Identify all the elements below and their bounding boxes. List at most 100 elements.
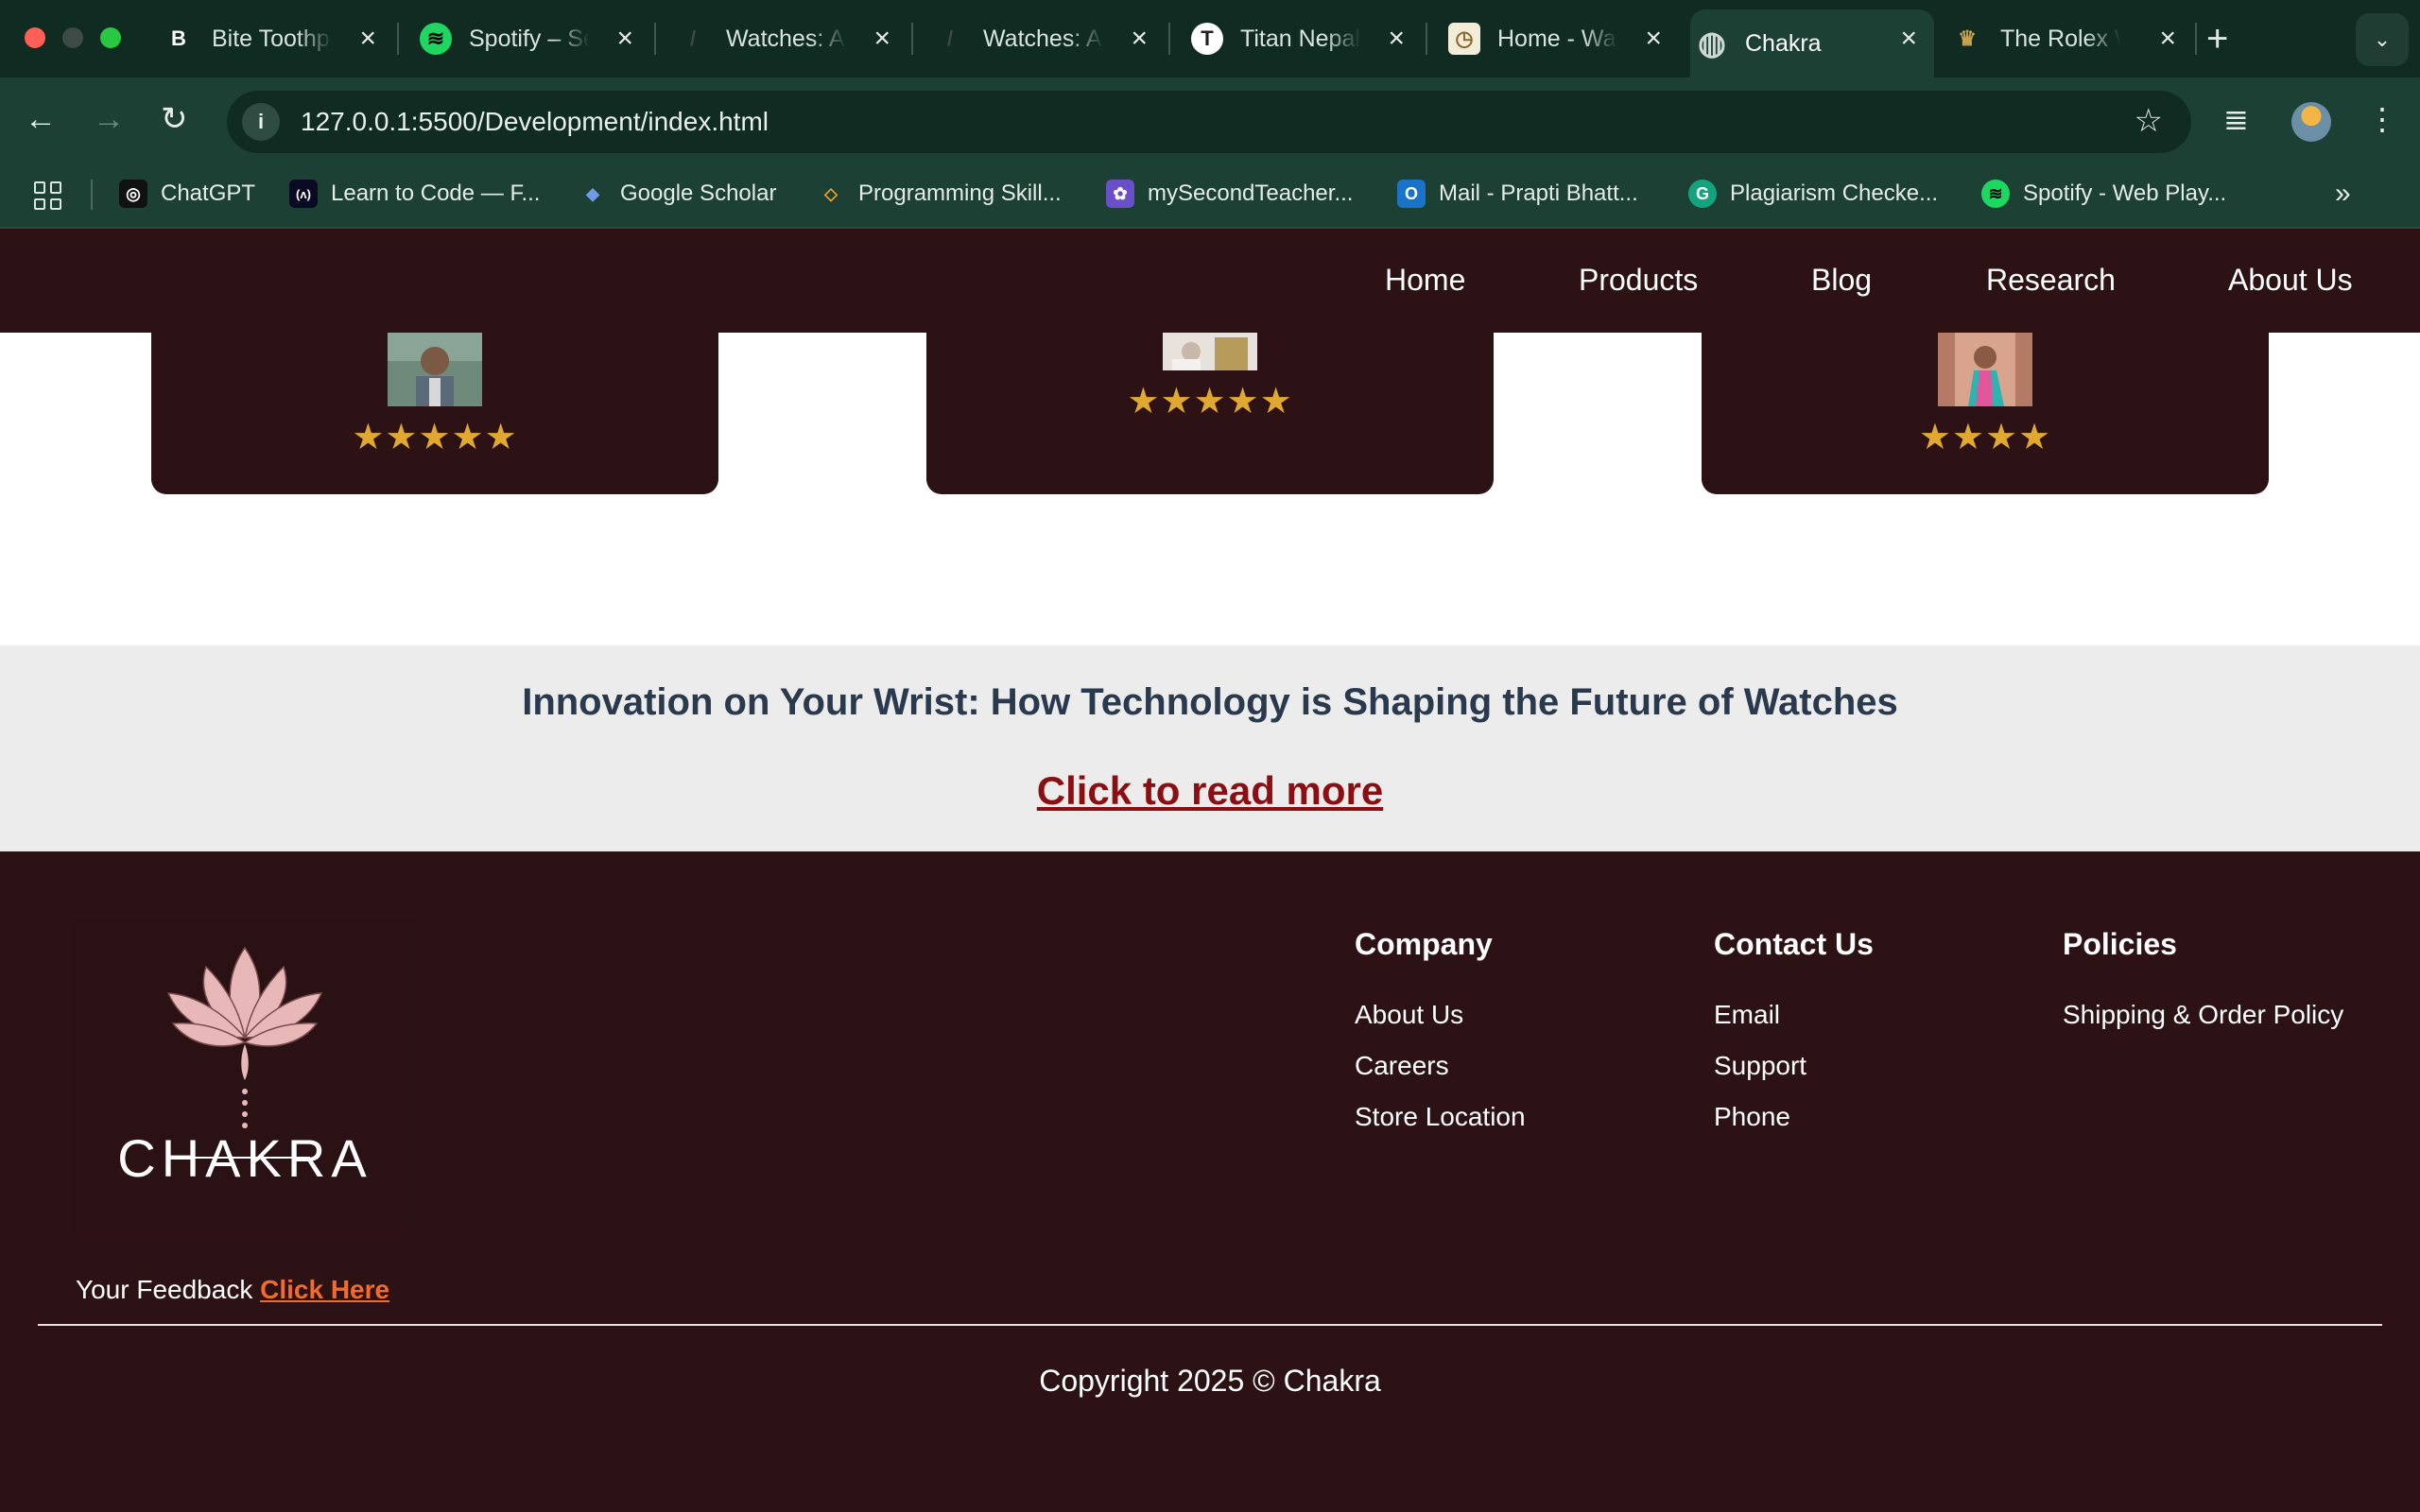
tab-title: Watches: A — [726, 25, 845, 52]
footer-link-shipping-policy[interactable]: Shipping & Order Policy — [2063, 1000, 2343, 1030]
reviewer-photo — [388, 333, 482, 406]
bookmark-label: Spotify - Web Play... — [2023, 180, 2227, 206]
more-bookmarks-chevron-icon[interactable]: » — [2335, 178, 2351, 210]
browser-tab[interactable]: B Bite Toothpaste × — [157, 13, 393, 64]
bookmark-item[interactable]: (ʌ) Learn to Code — F... — [289, 180, 540, 208]
footer-link-store-location[interactable]: Store Location — [1355, 1102, 1526, 1132]
bookmark-label: Google Scholar — [620, 180, 777, 206]
tab-list-chevron-icon[interactable]: ⌄ — [2356, 13, 2409, 66]
star-rating: ★★★★★ — [352, 418, 518, 457]
tab-title: The Rolex W — [2000, 25, 2121, 52]
feedback-link[interactable]: Click Here — [260, 1275, 389, 1304]
close-tab-icon[interactable]: × — [1645, 22, 1662, 56]
close-tab-icon[interactable]: × — [359, 22, 376, 56]
bookmark-label: Learn to Code — F... — [331, 180, 541, 206]
mysecondteacher-icon: ✿ — [1106, 180, 1134, 208]
feedback-line: Your Feedback Click Here — [76, 1275, 389, 1305]
window-zoom-dot[interactable] — [100, 27, 121, 48]
footer-link-email[interactable]: Email — [1714, 1000, 1874, 1030]
site-footer: CHAKRA Company About Us Careers Store Lo… — [0, 851, 2420, 1512]
profile-avatar[interactable] — [2291, 102, 2331, 142]
footer-heading: Contact Us — [1714, 927, 1874, 961]
footer-divider — [38, 1324, 2382, 1326]
tab-favicon-icon: ♛ — [1951, 23, 1983, 55]
bookmark-item[interactable]: ◎ ChatGPT — [119, 180, 255, 208]
tab-title: Bite Toothpaste — [212, 25, 333, 52]
bookmark-item[interactable]: ◇ Programming Skill... — [817, 180, 1062, 208]
close-tab-icon[interactable]: × — [1900, 22, 1917, 56]
back-arrow-icon[interactable]: ← — [25, 98, 57, 140]
footer-link-phone[interactable]: Phone — [1714, 1102, 1874, 1132]
bookmark-item[interactable]: G Plagiarism Checke... — [1688, 180, 1938, 208]
copyright-text: Copyright 2025 © Chakra — [1039, 1364, 1381, 1398]
close-tab-icon[interactable]: × — [1388, 22, 1405, 56]
address-bar[interactable]: i 127.0.0.1:5500/Development/index.html … — [227, 91, 2191, 153]
nav-blog[interactable]: Blog — [1811, 263, 1872, 298]
footer-link-about-us[interactable]: About Us — [1355, 1000, 1526, 1030]
footer-heading: Policies — [2063, 927, 2177, 961]
tab-separator — [1168, 23, 1170, 55]
browser-tab[interactable]: ◷ Home - Watch × — [1443, 13, 1679, 64]
close-tab-icon[interactable]: × — [1131, 22, 1148, 56]
close-tab-icon[interactable]: × — [873, 22, 890, 56]
url-text[interactable]: 127.0.0.1:5500/Development/index.html — [301, 107, 769, 137]
tab-favicon-icon: T — [1191, 23, 1223, 55]
reviewer-photo — [1163, 333, 1257, 370]
footer-contact-column: Contact Us Email Support Phone — [1714, 927, 1874, 1153]
window-minimize-dot[interactable] — [62, 27, 83, 48]
testimonial-card: ★★★★ — [1702, 333, 2269, 494]
browser-tab[interactable]: ♛ The Rolex W × — [1945, 13, 2193, 64]
tab-separator — [2195, 23, 2197, 55]
testimonial-card: ★★★★★ — [151, 333, 718, 494]
browser-tab[interactable]: T Titan Nepal × — [1185, 13, 1422, 64]
new-tab-plus-icon[interactable]: + — [2206, 13, 2228, 64]
browser-tab[interactable]: ≋ Spotify – Search × — [414, 13, 650, 64]
footer-heading: Company — [1355, 927, 1493, 961]
tab-favicon-icon: / — [934, 23, 966, 55]
close-tab-icon[interactable]: × — [2159, 22, 2176, 56]
nav-home[interactable]: Home — [1385, 263, 1465, 298]
spotify-icon: ≋ — [1981, 180, 2010, 208]
tab-separator — [654, 23, 656, 55]
nav-research[interactable]: Research — [1986, 263, 2116, 298]
menu-dots-icon[interactable]: ⋮ — [2367, 100, 2397, 138]
read-more-link[interactable]: Click to read more — [0, 768, 2420, 814]
site-info-icon[interactable]: i — [242, 103, 280, 141]
bookmark-item[interactable]: ✿ mySecondTeacher... — [1106, 180, 1353, 208]
tab-favicon-icon: B — [163, 23, 195, 55]
tab-separator — [1426, 23, 1427, 55]
footer-company-column: Company About Us Careers Store Location — [1355, 927, 1526, 1153]
chakra-logo[interactable]: CHAKRA — [74, 919, 416, 1231]
tab-title: Spotify – Search — [469, 25, 590, 52]
bookmark-item[interactable]: ≋ Spotify - Web Play... — [1981, 180, 2226, 208]
browser-tab[interactable]: / Watches: A × — [928, 13, 1165, 64]
apps-grid-icon[interactable] — [34, 181, 62, 210]
tab-favicon-icon: ≋ — [420, 23, 452, 55]
reload-icon[interactable]: ↻ — [161, 98, 188, 140]
browser-tab-active[interactable]: ◍ Chakra × — [1690, 9, 1934, 77]
star-rating: ★★★★ — [1918, 418, 2052, 457]
nav-products[interactable]: Products — [1579, 263, 1698, 298]
forward-arrow-icon[interactable]: → — [93, 98, 125, 140]
browser-tab[interactable]: / Watches: A × — [671, 13, 908, 64]
globe-icon: ◍ — [1698, 26, 1726, 61]
window-close-dot[interactable] — [25, 27, 45, 48]
scholar-cap-icon: ◆ — [586, 183, 599, 203]
freecodecamp-icon: (ʌ) — [289, 180, 318, 208]
tab-favicon-icon: ◷ — [1448, 23, 1480, 55]
programming-icon: ◇ — [824, 183, 838, 203]
nav-about-us[interactable]: About Us — [2228, 263, 2353, 298]
blog-teaser-title: Innovation on Your Wrist: How Technology… — [522, 681, 1898, 723]
bookmark-item[interactable]: O Mail - Prapti Bhatt... — [1397, 180, 1638, 208]
footer-link-support[interactable]: Support — [1714, 1051, 1874, 1081]
tab-separator — [397, 23, 399, 55]
bookmark-item[interactable]: ◆ Google Scholar — [579, 180, 776, 208]
bookmark-star-icon[interactable]: ☆ — [2135, 102, 2163, 140]
media-control-icon[interactable]: ≣ — [2223, 100, 2249, 138]
footer-link-careers[interactable]: Careers — [1355, 1051, 1526, 1081]
close-tab-icon[interactable]: × — [616, 22, 633, 56]
blog-teaser-section: Innovation on Your Wrist: How Technology… — [0, 645, 2420, 851]
tab-title: Watches: A — [983, 25, 1102, 52]
bookmarks-separator — [91, 180, 93, 210]
tab-title: Titan Nepal — [1240, 25, 1360, 52]
